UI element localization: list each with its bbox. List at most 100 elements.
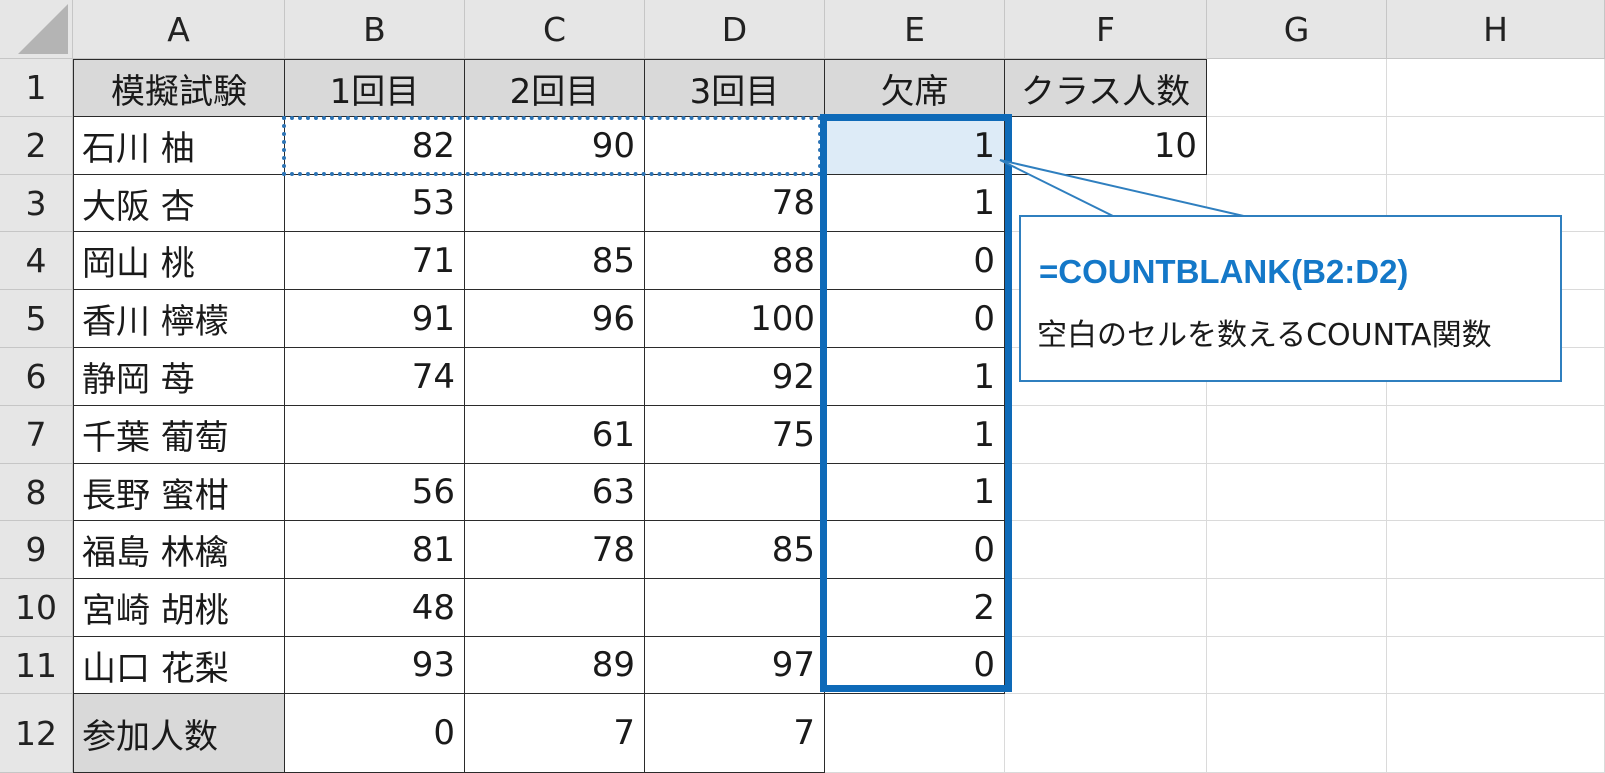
cell-e4[interactable]: 0 bbox=[825, 232, 1005, 290]
cell-c11[interactable]: 89 bbox=[465, 637, 645, 694]
cell-e11[interactable]: 0 bbox=[825, 637, 1005, 694]
cell-a1[interactable]: 模擬試験 bbox=[73, 59, 285, 117]
cell-a11[interactable]: 山口 花梨 bbox=[73, 637, 285, 694]
cell-f2[interactable]: 10 bbox=[1005, 117, 1207, 175]
cell-b4[interactable]: 71 bbox=[285, 232, 465, 290]
cell-b9[interactable]: 81 bbox=[285, 521, 465, 579]
cell-h11[interactable] bbox=[1387, 637, 1605, 694]
cell-e12[interactable] bbox=[825, 694, 1005, 773]
cell-e9[interactable]: 0 bbox=[825, 521, 1005, 579]
cell-c10[interactable] bbox=[465, 579, 645, 637]
cell-g1[interactable] bbox=[1207, 59, 1387, 117]
cell-b2[interactable]: 82 bbox=[285, 117, 465, 175]
cell-d2[interactable] bbox=[645, 117, 825, 175]
cell-c6[interactable] bbox=[465, 348, 645, 406]
cell-d12[interactable]: 7 bbox=[645, 694, 825, 773]
column-header-a[interactable]: A bbox=[73, 0, 285, 59]
cell-d3[interactable]: 78 bbox=[645, 175, 825, 232]
cell-b8[interactable]: 56 bbox=[285, 464, 465, 521]
column-header-g[interactable]: G bbox=[1207, 0, 1387, 59]
cell-h2[interactable] bbox=[1387, 117, 1605, 175]
row-header-10[interactable]: 10 bbox=[0, 579, 73, 637]
cell-f12[interactable] bbox=[1005, 694, 1207, 773]
row-header-11[interactable]: 11 bbox=[0, 637, 73, 694]
cell-d5[interactable]: 100 bbox=[645, 290, 825, 348]
cell-c8[interactable]: 63 bbox=[465, 464, 645, 521]
row-header-2[interactable]: 2 bbox=[0, 117, 73, 175]
column-header-f[interactable]: F bbox=[1005, 0, 1207, 59]
cell-g2[interactable] bbox=[1207, 117, 1387, 175]
cell-g8[interactable] bbox=[1207, 464, 1387, 521]
select-all-corner[interactable] bbox=[0, 0, 73, 59]
cell-e3[interactable]: 1 bbox=[825, 175, 1005, 232]
row-header-3[interactable]: 3 bbox=[0, 175, 73, 232]
cell-a9[interactable]: 福島 林檎 bbox=[73, 521, 285, 579]
cell-a7[interactable]: 千葉 葡萄 bbox=[73, 406, 285, 464]
cell-f11[interactable] bbox=[1005, 637, 1207, 694]
cell-g12[interactable] bbox=[1207, 694, 1387, 773]
cell-d7[interactable]: 75 bbox=[645, 406, 825, 464]
row-header-1[interactable]: 1 bbox=[0, 59, 73, 117]
cell-d6[interactable]: 92 bbox=[645, 348, 825, 406]
cell-e10[interactable]: 2 bbox=[825, 579, 1005, 637]
cell-b1[interactable]: 1回目 bbox=[285, 59, 465, 117]
cell-b7[interactable] bbox=[285, 406, 465, 464]
cell-d11[interactable]: 97 bbox=[645, 637, 825, 694]
row-header-6[interactable]: 6 bbox=[0, 348, 73, 406]
cell-c4[interactable]: 85 bbox=[465, 232, 645, 290]
cell-b3[interactable]: 53 bbox=[285, 175, 465, 232]
cell-b12[interactable]: 0 bbox=[285, 694, 465, 773]
cell-c9[interactable]: 78 bbox=[465, 521, 645, 579]
cell-b5[interactable]: 91 bbox=[285, 290, 465, 348]
cell-a6[interactable]: 静岡 苺 bbox=[73, 348, 285, 406]
cell-a12[interactable]: 参加人数 bbox=[73, 694, 285, 773]
cell-h12[interactable] bbox=[1387, 694, 1605, 773]
cell-c3[interactable] bbox=[465, 175, 645, 232]
cell-a4[interactable]: 岡山 桃 bbox=[73, 232, 285, 290]
cell-a8[interactable]: 長野 蜜柑 bbox=[73, 464, 285, 521]
cell-d1[interactable]: 3回目 bbox=[645, 59, 825, 117]
row-header-8[interactable]: 8 bbox=[0, 464, 73, 521]
cell-b6[interactable]: 74 bbox=[285, 348, 465, 406]
cell-d9[interactable]: 85 bbox=[645, 521, 825, 579]
cell-g9[interactable] bbox=[1207, 521, 1387, 579]
cell-a10[interactable]: 宮崎 胡桃 bbox=[73, 579, 285, 637]
cell-f8[interactable] bbox=[1005, 464, 1207, 521]
cell-e5[interactable]: 0 bbox=[825, 290, 1005, 348]
cell-c7[interactable]: 61 bbox=[465, 406, 645, 464]
cell-e2[interactable]: 1 bbox=[825, 117, 1005, 175]
column-header-e[interactable]: E bbox=[825, 0, 1005, 59]
row-header-9[interactable]: 9 bbox=[0, 521, 73, 579]
cell-f1[interactable]: クラス人数 bbox=[1005, 59, 1207, 117]
cell-h10[interactable] bbox=[1387, 579, 1605, 637]
row-header-12[interactable]: 12 bbox=[0, 694, 73, 773]
cell-d4[interactable]: 88 bbox=[645, 232, 825, 290]
cell-h1[interactable] bbox=[1387, 59, 1605, 117]
column-header-c[interactable]: C bbox=[465, 0, 645, 59]
cell-h7[interactable] bbox=[1387, 406, 1605, 464]
cell-e8[interactable]: 1 bbox=[825, 464, 1005, 521]
cell-e7[interactable]: 1 bbox=[825, 406, 1005, 464]
cell-e6[interactable]: 1 bbox=[825, 348, 1005, 406]
column-header-h[interactable]: H bbox=[1387, 0, 1605, 59]
cell-f10[interactable] bbox=[1005, 579, 1207, 637]
cell-g10[interactable] bbox=[1207, 579, 1387, 637]
cell-g7[interactable] bbox=[1207, 406, 1387, 464]
column-header-d[interactable]: D bbox=[645, 0, 825, 59]
cell-a5[interactable]: 香川 檸檬 bbox=[73, 290, 285, 348]
cell-c1[interactable]: 2回目 bbox=[465, 59, 645, 117]
cell-c5[interactable]: 96 bbox=[465, 290, 645, 348]
cell-a3[interactable]: 大阪 杏 bbox=[73, 175, 285, 232]
cell-f9[interactable] bbox=[1005, 521, 1207, 579]
cell-e1[interactable]: 欠席 bbox=[825, 59, 1005, 117]
cell-h9[interactable] bbox=[1387, 521, 1605, 579]
row-header-7[interactable]: 7 bbox=[0, 406, 73, 464]
cell-h8[interactable] bbox=[1387, 464, 1605, 521]
row-header-4[interactable]: 4 bbox=[0, 232, 73, 290]
row-header-5[interactable]: 5 bbox=[0, 290, 73, 348]
cell-a2[interactable]: 石川 柚 bbox=[73, 117, 285, 175]
column-header-b[interactable]: B bbox=[285, 0, 465, 59]
cell-c2[interactable]: 90 bbox=[465, 117, 645, 175]
cell-d10[interactable] bbox=[645, 579, 825, 637]
cell-b10[interactable]: 48 bbox=[285, 579, 465, 637]
